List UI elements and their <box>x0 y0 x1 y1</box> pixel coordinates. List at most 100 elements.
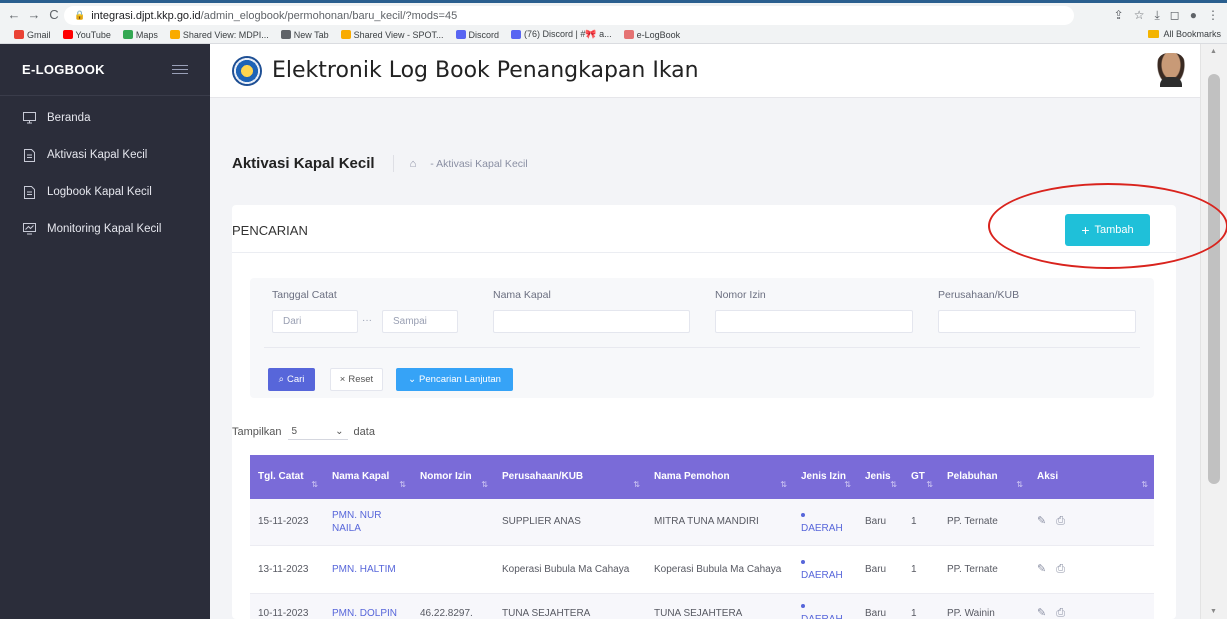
date-to-placeholder: Sampai <box>393 316 427 327</box>
cell-pemohon-text: TUNA SEJAHTERA <box>654 607 743 619</box>
cell-nama-kapal-text: PMN. NUR NAILA <box>332 509 382 534</box>
back-icon[interactable]: ← <box>4 7 24 22</box>
table-row[interactable]: 13-11-2023 PMN. HALTIM Koperasi Bubula Ma … <box>250 545 1154 594</box>
scroll-down-icon[interactable]: ▼ <box>1210 608 1217 615</box>
bookmark-label: Discord <box>468 29 500 40</box>
bookmark-item[interactable]: (76) Discord | #🎀 a... <box>511 29 612 40</box>
table-row[interactable]: 10-11-2023 PMN. DOLPIN 46.22.8297. TUNA SEJ… <box>250 593 1154 619</box>
col-gt[interactable]: GT ⇅ <box>903 455 939 499</box>
bookmark-item[interactable]: Maps <box>122 29 158 40</box>
scroll-up-icon[interactable]: ▲ <box>1210 48 1217 55</box>
app-header: Elektronik Log Book Penangkapan Ikan <box>210 44 1200 98</box>
table-header-row: Tgl. Catat ⇅ Nama Kapal ⇅ Nomor Izin ⇅ Peru… <box>250 455 1154 499</box>
reset-button[interactable]: × Reset <box>330 368 383 391</box>
address-bar[interactable]: 🔒 integrasi.djpt.kkp.go.id/admin_elogboo… <box>64 6 1074 25</box>
page-size-select[interactable]: 5 ⌄ <box>287 424 348 440</box>
breadcrumb-current: - Aktivasi Kapal Kecil <box>430 157 528 170</box>
bookmark-item[interactable]: e-LogBook <box>623 29 681 40</box>
col-perusahaan[interactable]: Perusahaan/KUB ⇅ <box>494 455 646 499</box>
scrollbar-thumb[interactable] <box>1208 74 1220 484</box>
col-jenis[interactable]: Jenis ⇅ <box>857 455 903 499</box>
star-icon[interactable]: ☆ <box>1134 8 1145 23</box>
bookmark-item[interactable]: Shared View: MDPI... <box>169 30 269 40</box>
bookmark-label: Maps <box>135 29 158 40</box>
sort-icon: ⇅ <box>844 480 851 489</box>
edit-icon[interactable]: ✎ <box>1037 607 1046 619</box>
bookmark-item[interactable]: Gmail <box>14 30 51 40</box>
col-jenis-izin[interactable]: Jenis Izin ⇅ <box>793 455 857 499</box>
brand-logo[interactable]: E-LOGBOOK <box>22 62 105 77</box>
col-pemohon[interactable]: Nama Pemohon ⇅ <box>646 455 793 499</box>
bookmark-label: YouTube <box>75 29 111 40</box>
cell-nomor-izin <box>412 545 494 594</box>
cell-nama-kapal[interactable]: PMN. HALTIM <box>324 545 412 594</box>
page-size-value: 5 <box>291 426 298 437</box>
perusahaan-input[interactable] <box>938 310 1136 333</box>
sidebar-item-label: Aktivasi Kapal Kecil <box>47 149 148 161</box>
col-nama-kapal[interactable]: Nama Kapal ⇅ <box>324 455 412 499</box>
browser-toolbar: ← → C 🔒 integrasi.djpt.kkp.go.id/admin_e… <box>0 0 1227 26</box>
profile-icon[interactable]: ● <box>1190 8 1197 23</box>
date-to-input[interactable]: Sampai <box>382 310 458 333</box>
nama-kapal-input[interactable] <box>493 310 690 333</box>
print-icon[interactable]: ⎙ <box>1056 563 1065 575</box>
cell-nama-kapal[interactable]: PMN. DOLPIN <box>324 593 412 619</box>
reload-icon[interactable]: C <box>44 7 64 22</box>
search-button[interactable]: ⌕ Cari <box>268 368 315 391</box>
cell-pemohon-text: Koperasi Bubula Ma Cahaya <box>654 563 782 575</box>
share-icon[interactable]: ⇪ <box>1114 8 1124 23</box>
chevron-down-icon: ⌄ <box>408 374 417 385</box>
date-from-placeholder: Dari <box>283 316 302 327</box>
col-label: GT <box>911 471 925 482</box>
col-tgl-catat[interactable]: Tgl. Catat ⇅ <box>250 455 324 499</box>
forward-icon[interactable]: → <box>24 7 44 22</box>
cell-tgl-text: 13-11-2023 <box>258 563 309 575</box>
cell-nomor-izin: 46.22.8297. <box>412 593 494 619</box>
sidebar-item-logbook[interactable]: Logbook Kapal Kecil <box>0 180 210 204</box>
monitor-icon <box>22 112 36 124</box>
nomor-izin-label: Nomor Izin <box>715 289 766 301</box>
col-aksi[interactable]: Aksi ⇅ <box>1029 455 1154 499</box>
print-icon[interactable]: ⎙ <box>1056 515 1065 527</box>
bookmark-item[interactable]: Discord <box>455 29 500 40</box>
sidebar-item-aktivasi[interactable]: Aktivasi Kapal Kecil <box>0 143 210 167</box>
all-bookmarks[interactable]: All Bookmarks <box>1148 29 1221 39</box>
home-icon[interactable]: ⌂ <box>410 158 417 170</box>
cell-jenis-izin: DAERAH <box>793 545 857 594</box>
perusahaan-label: Perusahaan/KUB <box>938 289 1020 301</box>
avatar[interactable] <box>1156 53 1186 87</box>
cell-pelabuhan-text: PP. Ternate <box>947 516 998 528</box>
sort-icon: ⇅ <box>399 480 406 489</box>
hamburger-icon[interactable] <box>172 62 188 77</box>
chart-screen-icon <box>22 223 36 235</box>
nomor-izin-input[interactable] <box>715 310 913 333</box>
browser-actions: ⇪ ☆ ⤓ ◻ ● ⋮ <box>1114 8 1219 23</box>
bookmark-item[interactable]: New Tab <box>280 30 329 40</box>
bookmark-favicon-icon <box>340 30 351 39</box>
sidebar-item-monitoring[interactable]: Monitoring Kapal Kecil <box>0 217 210 241</box>
kebab-menu-icon[interactable]: ⋮ <box>1207 8 1219 23</box>
edit-icon[interactable]: ✎ <box>1037 563 1046 575</box>
bookmark-item[interactable]: YouTube <box>62 29 111 40</box>
edit-icon[interactable]: ✎ <box>1037 515 1046 527</box>
chevron-down-icon: ⌄ <box>335 426 344 437</box>
sort-icon: ⇅ <box>481 480 488 489</box>
advanced-search-button[interactable]: ⌄ Pencarian Lanjutan <box>396 368 513 391</box>
cell-jenis-text: Baru <box>865 607 887 619</box>
date-from-input[interactable]: Dari <box>272 310 358 333</box>
download-icon[interactable]: ⤓ <box>1154 8 1159 23</box>
cell-pelabuhan: PP. Ternate <box>939 545 1029 594</box>
page-scrollbar[interactable]: ▲ ▼ <box>1200 44 1227 619</box>
col-pelabuhan[interactable]: Pelabuhan ⇅ <box>939 455 1029 499</box>
bookmark-label: e-LogBook <box>636 29 681 40</box>
print-icon[interactable]: ⎙ <box>1056 607 1065 619</box>
cell-nama-kapal[interactable]: PMN. NUR NAILA <box>324 499 412 546</box>
cell-pemohon: TUNA SEJAHTERA <box>646 593 793 619</box>
col-nomor-izin[interactable]: Nomor Izin ⇅ <box>412 455 494 499</box>
window-icon[interactable]: ◻ <box>1170 8 1180 23</box>
table-row[interactable]: 15-11-2023 PMN. NUR NAILA SUPPLIER ANAS MIT… <box>250 499 1154 546</box>
bookmark-favicon-icon <box>455 30 466 39</box>
sidebar-item-beranda[interactable]: Beranda <box>0 106 210 130</box>
bookmark-item[interactable]: Shared View - SPOT... <box>340 30 444 40</box>
add-button[interactable]: + Tambah <box>1065 214 1150 246</box>
